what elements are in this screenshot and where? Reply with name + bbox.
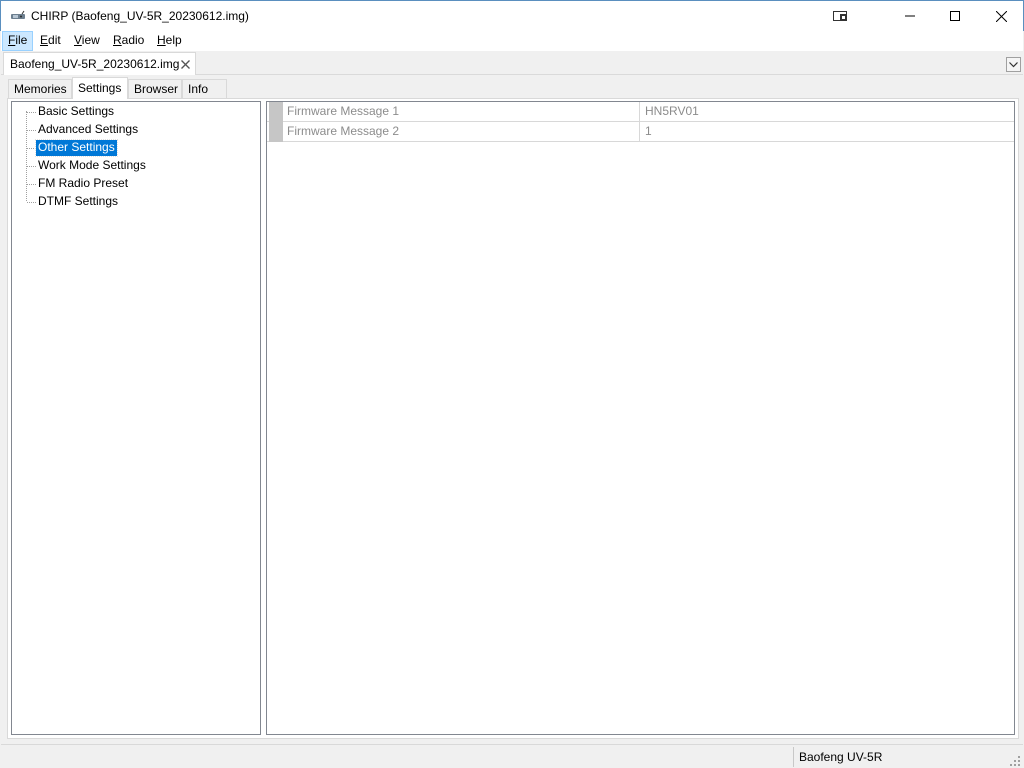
tab-memories[interactable]: Memories <box>8 79 72 99</box>
tree-item-fm-radio-preset[interactable]: FM Radio Preset <box>12 175 260 193</box>
menu-help-label: elp <box>165 33 182 47</box>
tree-item-label: FM Radio Preset <box>38 176 129 190</box>
row-marker <box>269 122 283 142</box>
tree-item-label: Advanced Settings <box>38 122 139 136</box>
tree-branch <box>27 112 36 113</box>
status-separator <box>793 747 794 767</box>
radio-icon <box>11 10 25 19</box>
settings-panel: Basic Settings Advanced Settings Other S… <box>7 98 1019 739</box>
menu-edit-mnemonic: E <box>40 33 49 47</box>
property-value: HN5RV01 <box>645 104 699 118</box>
tab-browser-label: Browser <box>134 82 179 96</box>
menu-edit-label: dit <box>48 33 61 47</box>
menu-view[interactable]: View <box>69 31 105 51</box>
menu-view-mnemonic: V <box>74 33 82 47</box>
tab-info[interactable]: Info <box>182 79 227 99</box>
menu-radio[interactable]: Radio <box>108 31 149 51</box>
tab-browser[interactable]: Browser <box>128 79 182 99</box>
document-tab-label: Baofeng_UV-5R_20230612.img <box>10 57 180 71</box>
tree-item-label: DTMF Settings <box>38 194 119 208</box>
picture-in-picture-button[interactable] <box>818 1 864 31</box>
tree-branch <box>27 184 36 185</box>
menu-help-mnemonic: H <box>157 33 166 47</box>
minimize-button[interactable] <box>887 1 933 31</box>
tab-info-label: Info <box>188 82 209 96</box>
title-bar[interactable]: CHIRP (Baofeng_UV-5R_20230612.img) <box>0 0 1024 31</box>
property-row[interactable]: Firmware Message 2 1 <box>267 122 1014 142</box>
document-tab-bar: Baofeng_UV-5R_20230612.img <box>1 51 1023 75</box>
maximize-icon <box>950 11 960 21</box>
tree-item-advanced-settings[interactable]: Advanced Settings <box>12 121 260 139</box>
view-tab-bar: Memories Settings Browser Info <box>8 77 1018 99</box>
tree-item-basic-settings[interactable]: Basic Settings <box>12 103 260 121</box>
tree-item-label: Basic Settings <box>38 104 115 118</box>
property-row[interactable]: Firmware Message 1 HN5RV01 <box>267 102 1014 122</box>
minimize-icon <box>905 15 915 17</box>
maximize-button[interactable] <box>932 1 978 31</box>
picture-in-picture-icon <box>833 11 847 21</box>
tree-branch <box>27 130 36 131</box>
tree-branch <box>27 166 36 167</box>
chevron-down-icon <box>1009 61 1018 67</box>
tab-memories-label: Memories <box>14 82 67 96</box>
tree-item-label: Work Mode Settings <box>38 158 146 172</box>
tab-settings-label: Settings <box>78 81 122 95</box>
tree-branch <box>27 202 36 203</box>
tree-branch <box>27 148 36 149</box>
tree-item-dtmf-settings[interactable]: DTMF Settings <box>12 193 260 211</box>
status-radio-model: Baofeng UV-5R <box>799 750 883 764</box>
document-tab-close-button[interactable] <box>179 57 191 71</box>
menu-radio-mnemonic: R <box>113 33 122 47</box>
property-grid: Firmware Message 1 HN5RV01 Firmware Mess… <box>266 101 1015 735</box>
menu-bar: File Edit View Radio Help <box>1 31 1023 51</box>
menu-radio-label: adio <box>121 33 145 47</box>
tab-settings[interactable]: Settings <box>72 77 128 99</box>
menu-file[interactable]: File <box>2 31 34 51</box>
close-icon <box>180 59 190 69</box>
tree-item-label-selected: Other Settings <box>35 139 118 157</box>
menu-file-label: ile <box>15 33 28 47</box>
window-title: CHIRP (Baofeng_UV-5R_20230612.img) <box>31 9 249 23</box>
menu-view-label: iew <box>81 33 100 47</box>
menu-help[interactable]: Help <box>152 31 187 51</box>
close-icon <box>995 10 1007 22</box>
close-window-button[interactable] <box>978 1 1024 31</box>
status-bar: Baofeng UV-5R <box>1 744 1023 768</box>
property-value: 1 <box>645 124 652 138</box>
tree-item-other-settings[interactable]: Other Settings <box>12 139 260 157</box>
tab-list-dropdown[interactable] <box>1006 57 1021 72</box>
settings-tree[interactable]: Basic Settings Advanced Settings Other S… <box>11 101 261 735</box>
tree-item-work-mode-settings[interactable]: Work Mode Settings <box>12 157 260 175</box>
row-marker <box>269 102 283 122</box>
document-tab[interactable]: Baofeng_UV-5R_20230612.img <box>3 52 196 75</box>
menu-edit[interactable]: Edit <box>35 31 66 51</box>
property-name: Firmware Message 1 <box>283 102 640 122</box>
resize-grip-icon[interactable] <box>1009 755 1021 767</box>
property-name: Firmware Message 2 <box>283 122 640 142</box>
